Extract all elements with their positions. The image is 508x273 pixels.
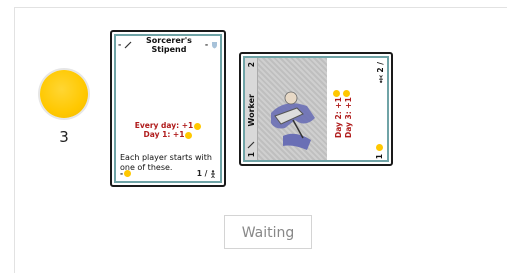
coin-icon — [185, 131, 193, 139]
card-header: - Sorcerer's Stipend - — [118, 35, 218, 54]
card-bottom-left-number: 1 — [247, 152, 256, 158]
card-footer-right: 1 / — [197, 169, 216, 178]
card-cost: - — [118, 40, 138, 49]
card-footer-left: - — [120, 169, 132, 178]
card-title: Worker — [247, 94, 256, 127]
card-sorcerers-stipend[interactable]: - Sorcerer's Stipend - Every day: +1 Day… — [110, 30, 226, 187]
gold-count: 3 — [59, 128, 69, 146]
card-right-column: 2 / 1 — [373, 58, 387, 160]
card-footer: - 1 / — [120, 168, 216, 178]
person-icon — [379, 74, 383, 83]
card-top-left-number: 2 — [247, 62, 256, 68]
brush-icon — [247, 141, 255, 149]
card-title: Sorcerer's Stipend — [146, 35, 192, 54]
person-icon — [211, 169, 215, 178]
card-frame: - Sorcerer's Stipend - Every day: +1 Day… — [114, 34, 222, 183]
gold-coin-icon — [40, 70, 88, 118]
card-top-right: 2 / — [376, 62, 385, 83]
card-effect: Day 2: +1 Day 3: +1 — [333, 78, 359, 138]
card-frame: 2 Worker 1 Day 2: +1 Day 3: +1 2 / 1 — [243, 56, 389, 162]
coin-icon — [194, 122, 202, 130]
brush-icon — [124, 41, 132, 48]
card-effect: Every day: +1 Day 1: +1 — [120, 121, 216, 139]
shield-icon — [212, 41, 217, 48]
card-worker[interactable]: 2 Worker 1 Day 2: +1 Day 3: +1 2 / 1 — [239, 52, 393, 166]
card-top-right: - — [200, 40, 218, 49]
card-bottom-right: 1 — [375, 154, 384, 160]
waiting-button[interactable]: Waiting — [224, 215, 312, 249]
coin-icon — [124, 170, 132, 177]
coin-icon — [376, 144, 383, 151]
card-side-strip: 2 Worker 1 — [245, 58, 258, 160]
